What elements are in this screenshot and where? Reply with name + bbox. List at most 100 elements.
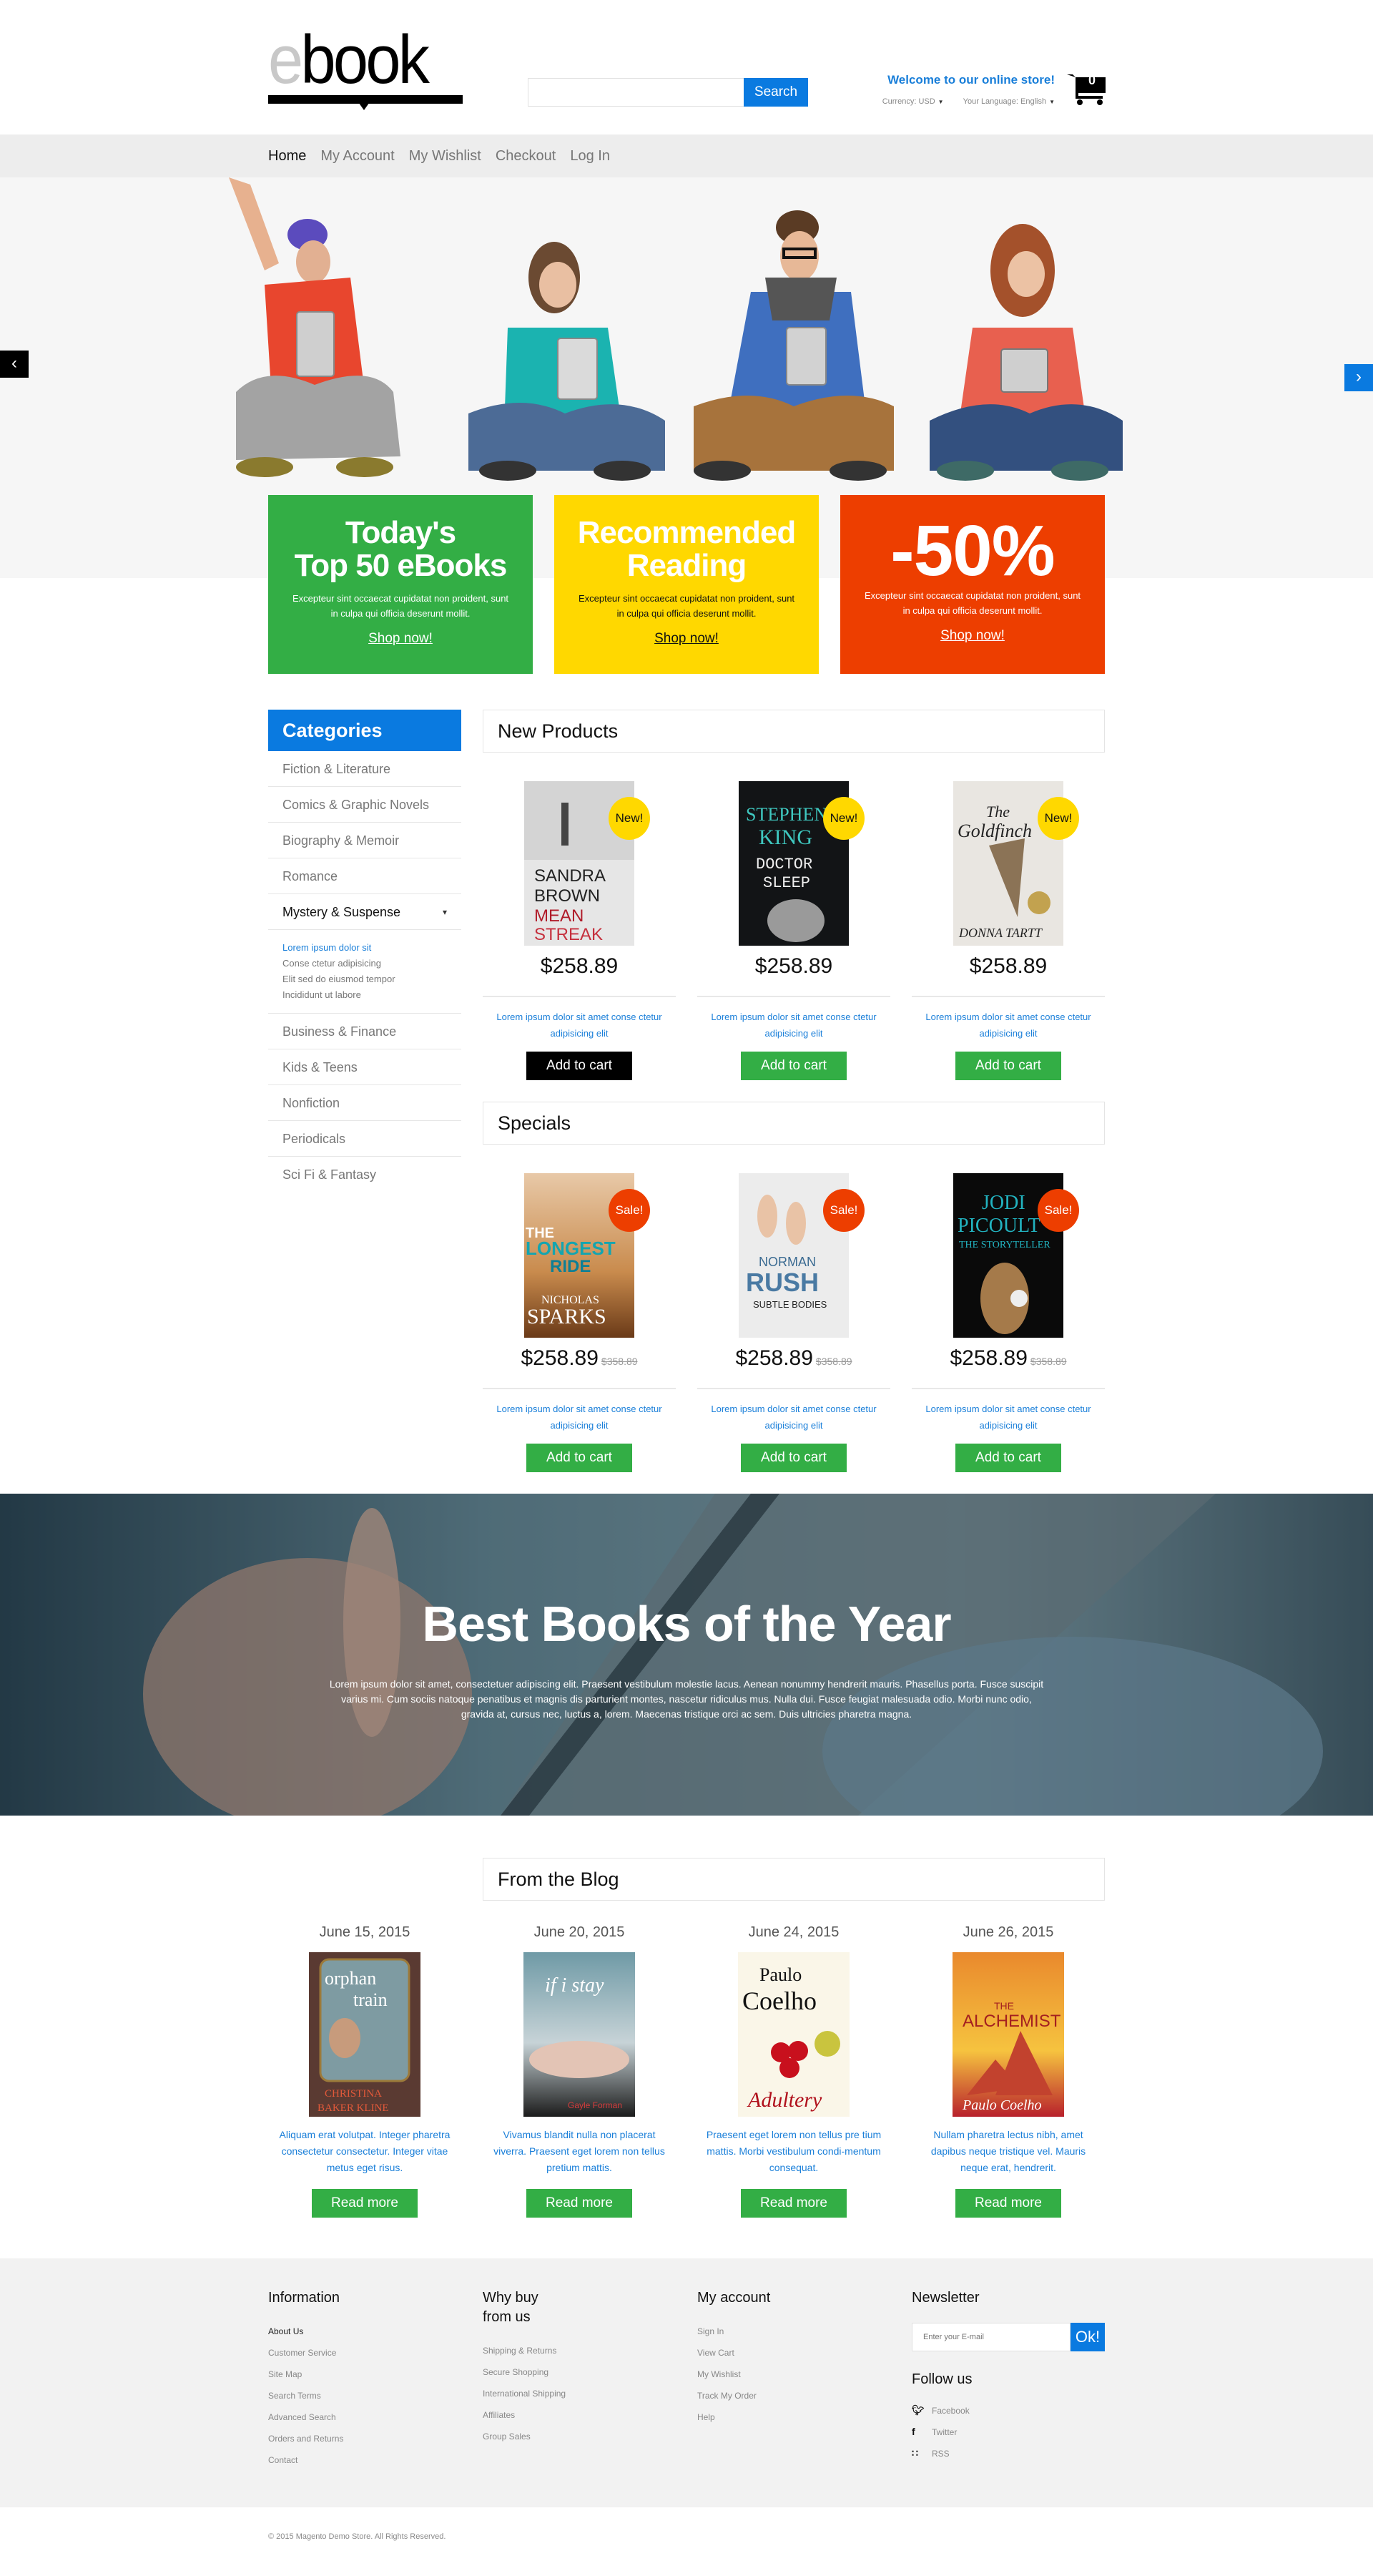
product-description-link[interactable]: Lorem ipsum dolor sit amet conse ctetur … — [483, 1009, 676, 1042]
newsletter-submit-button[interactable]: Ok! — [1071, 2323, 1105, 2351]
slider-next-button[interactable]: › — [1344, 364, 1373, 391]
footer-link[interactable]: Advanced Search — [268, 2406, 461, 2428]
product-cover[interactable]: THE LONGEST RIDE NICHOLAS SPARKS Sale! — [524, 1173, 650, 1338]
category-item[interactable]: Romance — [268, 858, 461, 894]
product-cover[interactable]: NORMAN RUSH SUBTLE BODIES Sale! — [739, 1173, 865, 1338]
product-description-link[interactable]: Lorem ipsum dolor sit amet conse ctetur … — [912, 1401, 1105, 1434]
promo-shop-now-link[interactable]: Shop now! — [940, 628, 1005, 644]
caret-down-icon[interactable]: ▾ — [443, 894, 447, 930]
cart-button[interactable]: 0 — [1066, 72, 1107, 106]
search-input[interactable] — [528, 78, 744, 107]
footer-link[interactable]: Customer Service — [268, 2342, 461, 2364]
promo-shop-now-link[interactable]: Shop now! — [368, 631, 433, 647]
add-to-cart-button[interactable]: Add to cart — [741, 1052, 847, 1080]
product-cover[interactable]: JODI PICOULT THE STORYTELLER Sale! — [953, 1173, 1079, 1338]
add-to-cart-button[interactable]: Add to cart — [741, 1444, 847, 1472]
social-label: Facebook — [932, 2406, 970, 2416]
subcategory-item[interactable]: Elit sed do eiusmod tempor — [282, 971, 461, 987]
nav-my-account[interactable]: My Account — [320, 148, 394, 165]
category-item[interactable]: Fiction & Literature — [268, 751, 461, 787]
nav-home[interactable]: Home — [268, 148, 306, 165]
footer-link[interactable]: Secure Shopping — [483, 2361, 676, 2383]
subcategory-item[interactable]: Incididunt ut labore — [282, 987, 461, 1003]
footer-link[interactable]: Track My Order — [697, 2385, 890, 2406]
nav-checkout[interactable]: Checkout — [496, 148, 556, 165]
product-description-link[interactable]: Lorem ipsum dolor sit amet conse ctetur … — [483, 1401, 676, 1434]
ebook-logo[interactable]: ebook — [268, 26, 463, 113]
svg-text:SUBTLE BODIES: SUBTLE BODIES — [753, 1299, 827, 1310]
read-more-button[interactable]: Read more — [955, 2189, 1061, 2218]
product-description-link[interactable]: Lorem ipsum dolor sit amet conse ctetur … — [697, 1401, 890, 1434]
category-item[interactable]: Kids & Teens — [268, 1049, 461, 1085]
product-cover[interactable]: The Goldfinch DONNA TARTT New! — [953, 781, 1079, 946]
footer-link[interactable]: Site Map — [268, 2364, 461, 2385]
add-to-cart-button[interactable]: Add to cart — [955, 1052, 1061, 1080]
add-to-cart-button[interactable]: Add to cart — [526, 1444, 632, 1472]
book-cover-orphan-train: orphan train CHRISTINA BAKER KLINE — [309, 1952, 420, 2117]
blog-post: June 26, 2015 THE ALCHEMIST Paulo Coelho… — [912, 1924, 1105, 2218]
subcategory-item[interactable]: Conse ctetur adipisicing — [282, 956, 461, 971]
social-link-twitter[interactable]: f Twitter — [912, 2421, 1105, 2442]
product-description-link[interactable]: Lorem ipsum dolor sit amet conse ctetur … — [697, 1009, 890, 1042]
category-item[interactable]: Sci Fi & Fantasy — [268, 1157, 461, 1192]
blog-post-image[interactable]: THE ALCHEMIST Paulo Coelho — [953, 1952, 1064, 2117]
newsletter-email-input[interactable] — [912, 2323, 1071, 2351]
category-item[interactable]: Comics & Graphic Novels — [268, 787, 461, 823]
blog-post-excerpt-link[interactable]: Praesent eget lorem non tellus pre tium … — [697, 2127, 890, 2176]
footer-link[interactable]: Help — [697, 2406, 890, 2428]
category-item[interactable]: Biography & Memoir — [268, 823, 461, 858]
footer-link[interactable]: Shipping & Returns — [483, 2340, 676, 2361]
product-description-link[interactable]: Lorem ipsum dolor sit amet conse ctetur … — [912, 1009, 1105, 1042]
category-item[interactable]: Business & Finance — [268, 1014, 461, 1049]
blog-post-excerpt-link[interactable]: Nullam pharetra lectus nibh, amet dapibu… — [912, 2127, 1105, 2176]
blog-post-excerpt-link[interactable]: Vivamus blandit nulla non placerat viver… — [483, 2127, 676, 2176]
footer-link[interactable]: My Wishlist — [697, 2364, 890, 2385]
read-more-button[interactable]: Read more — [312, 2189, 418, 2218]
footer-link[interactable]: Orders and Returns — [268, 2428, 461, 2449]
product-cover[interactable]: STEPHEN KING DOCTOR SLEEP New! — [739, 781, 865, 946]
category-item[interactable]: Nonfiction — [268, 1085, 461, 1121]
category-item[interactable]: Periodicals — [268, 1121, 461, 1157]
read-more-button[interactable]: Read more — [741, 2189, 847, 2218]
footer-link[interactable]: Search Terms — [268, 2385, 461, 2406]
banner-background-image-hand-tablet — [0, 1494, 1373, 1816]
logo-book: book — [300, 21, 429, 98]
language-switcher[interactable]: Your Language: English ▼ — [955, 97, 1055, 106]
blog-post-image[interactable]: orphan train CHRISTINA BAKER KLINE — [309, 1952, 420, 2117]
social-link-rss[interactable]: ∷ RSS — [912, 2442, 1105, 2464]
product-card: JODI PICOULT THE STORYTELLER Sale! $258.… — [912, 1173, 1105, 1472]
promo-text: Excepteur sint occaecat cupidatat non pr… — [578, 593, 795, 619]
best-books-banner[interactable]: Best Books of the Year Lorem ipsum dolor… — [0, 1494, 1373, 1816]
footer-link[interactable]: International Shipping — [483, 2383, 676, 2404]
category-item-expanded[interactable]: Mystery & Suspense ▾ — [268, 894, 461, 930]
nav-my-wishlist[interactable]: My Wishlist — [409, 148, 481, 165]
footer-link[interactable]: About Us — [268, 2321, 461, 2342]
footer-link[interactable]: Sign In — [697, 2321, 890, 2342]
currency-switcher[interactable]: Currency: USD ▼ — [874, 97, 944, 106]
promo-top-50[interactable]: Today's Top 50 eBooks Excepteur sint occa… — [268, 495, 533, 674]
add-to-cart-button[interactable]: Add to cart — [955, 1444, 1061, 1472]
footer-link[interactable]: Contact — [268, 2449, 461, 2471]
slider-prev-button[interactable]: ‹ — [0, 351, 29, 378]
footer-link[interactable]: Group Sales — [483, 2426, 676, 2447]
add-to-cart-button[interactable]: Add to cart — [526, 1052, 632, 1080]
footer-link[interactable]: Affiliates — [483, 2404, 676, 2426]
blog-post-image[interactable]: Paulo Coelho Adultery — [738, 1952, 850, 2117]
promo-discount[interactable]: -50% Excepteur sint occaecat cupidatat n… — [840, 495, 1105, 674]
new-badge: New! — [1038, 797, 1079, 840]
blog-post-excerpt-link[interactable]: Aliquam erat volutpat. Integer pharetra … — [268, 2127, 461, 2176]
subcategory-item[interactable]: Lorem ipsum dolor sit — [282, 940, 461, 956]
product-cover[interactable]: SANDRA BROWN MEAN STREAK New! — [524, 781, 650, 946]
search-button[interactable]: Search — [744, 78, 808, 107]
svg-text:DONNA TARTT: DONNA TARTT — [958, 926, 1043, 940]
social-link-facebook[interactable]: 🐦︎ Facebook — [912, 2399, 1105, 2421]
footer-link[interactable]: View Cart — [697, 2342, 890, 2364]
promo-recommended-reading[interactable]: Recommended Reading Excepteur sint occaec… — [554, 495, 819, 674]
blog-heading: From the Blog — [483, 1858, 1105, 1901]
promo-shop-now-link[interactable]: Shop now! — [654, 631, 719, 647]
read-more-button[interactable]: Read more — [526, 2189, 632, 2218]
svg-text:JODI: JODI — [982, 1192, 1025, 1214]
nav-log-in[interactable]: Log In — [570, 148, 610, 165]
twitter-bird-icon: 🐦︎ — [912, 2404, 925, 2416]
blog-post-image[interactable]: if i stay Gayle Forman — [523, 1952, 635, 2117]
